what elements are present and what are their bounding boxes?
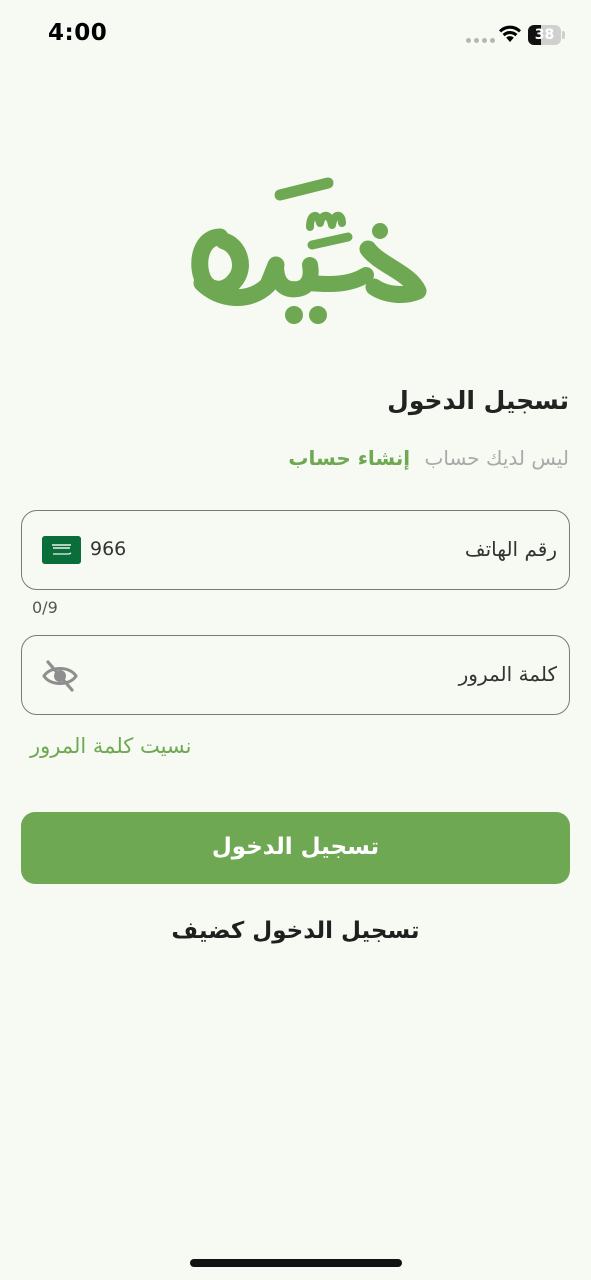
password-label: كلمة المرور [458, 662, 557, 686]
signup-row: ليس لديك حساب إنشاء حساب [288, 446, 569, 470]
home-indicator[interactable] [190, 1259, 402, 1267]
guest-login-button[interactable]: تسجيل الدخول كضيف [0, 918, 591, 944]
eye-off-icon[interactable] [42, 658, 78, 694]
login-button[interactable]: تسجيل الدخول [21, 812, 570, 884]
battery-icon: 38 [528, 25, 566, 45]
app-logo [191, 177, 427, 324]
password-field[interactable]: كلمة المرور [21, 635, 570, 715]
login-screen: 4:00 38 تسجيل الدخول ليس لديك حساب إنشاء… [0, 0, 591, 1280]
status-bar: 4:00 38 [0, 0, 591, 72]
create-account-link[interactable]: إنشاء حساب [288, 446, 410, 470]
saudi-arabia-flag-icon[interactable] [42, 536, 81, 564]
country-code[interactable]: 966 [90, 538, 126, 560]
wifi-icon [499, 25, 521, 42]
battery-level: 38 [534, 27, 555, 43]
phone-label: رقم الهاتف [464, 537, 557, 561]
forgot-password-link[interactable]: نسيت كلمة المرور [30, 734, 191, 758]
phone-field[interactable]: رقم الهاتف 966 [21, 510, 570, 590]
status-time: 4:00 [48, 20, 108, 46]
cellular-signal-icon [466, 38, 495, 43]
phone-char-counter: 0/9 [32, 598, 58, 617]
page-title: تسجيل الدخول [387, 386, 569, 415]
signup-prompt: ليس لديك حساب [424, 446, 569, 470]
